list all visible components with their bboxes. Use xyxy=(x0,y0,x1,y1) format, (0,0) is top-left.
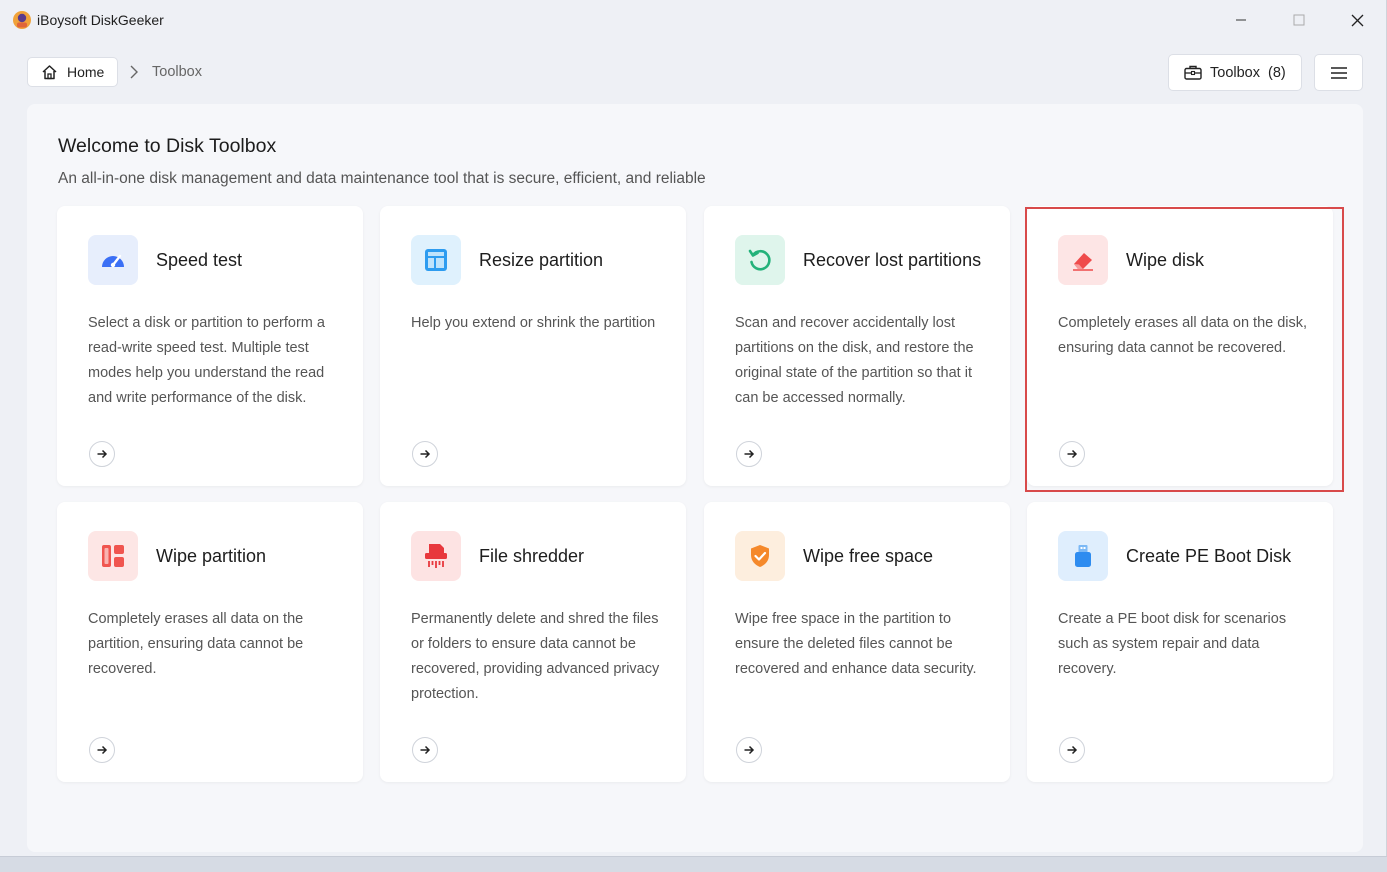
card-title: Wipe partition xyxy=(156,546,267,566)
home-button[interactable]: Home xyxy=(27,57,118,87)
usb-drive-icon xyxy=(1075,545,1091,567)
breadcrumb-current: Toolbox xyxy=(152,64,202,80)
open-wipe-free-space-button[interactable] xyxy=(736,737,762,763)
hamburger-menu-icon xyxy=(1330,66,1347,79)
arrow-right-icon xyxy=(420,745,431,755)
card-description: Wipe free space in the partition to ensu… xyxy=(735,611,977,677)
app-title: iBoysoft DiskGeeker xyxy=(37,12,164,28)
card-description: Permanently delete and shred the files o… xyxy=(411,611,660,702)
open-recover-lost-partitions-button[interactable] xyxy=(736,441,762,467)
open-file-shredder-button[interactable] xyxy=(412,737,438,763)
arrow-right-icon xyxy=(1067,745,1078,755)
shield-icon xyxy=(751,545,769,567)
card-icon-box xyxy=(1058,531,1108,581)
card-speed-test[interactable]: Speed test Select a disk or partition to… xyxy=(57,206,363,486)
eraser-icon xyxy=(1073,253,1093,271)
arrow-right-icon xyxy=(420,449,431,459)
home-label: Home xyxy=(67,64,105,80)
arrow-right-icon xyxy=(744,745,755,755)
app-logo-icon xyxy=(13,11,31,29)
arrow-right-icon xyxy=(97,449,108,459)
card-description: Create a PE boot disk for scenarios such… xyxy=(1058,611,1287,677)
shredder-icon xyxy=(425,544,447,568)
card-title: File shredder xyxy=(479,546,585,566)
card-resize-partition[interactable]: Resize partition Help you extend or shri… xyxy=(380,206,686,486)
open-wipe-partition-button[interactable] xyxy=(89,737,115,763)
page-subtitle: An all-in-one disk management and data m… xyxy=(58,170,706,187)
card-icon-box xyxy=(411,235,461,285)
card-title: Recover lost partitions xyxy=(803,250,982,270)
card-icon-box xyxy=(88,531,138,581)
card-file-shredder[interactable]: File shredder Permanently delete and shr… xyxy=(380,502,686,782)
menu-button[interactable] xyxy=(1314,54,1363,91)
open-resize-partition-button[interactable] xyxy=(412,441,438,467)
card-title: Resize partition xyxy=(479,250,604,270)
arrow-right-icon xyxy=(1067,449,1078,459)
home-icon xyxy=(42,65,57,80)
open-create-pe-boot-disk-button[interactable] xyxy=(1059,737,1085,763)
card-title: Wipe free space xyxy=(803,546,934,566)
card-description: Scan and recover accidentally lost parti… xyxy=(735,315,974,406)
toolbox-count: (8) xyxy=(1267,64,1286,81)
partition-icon xyxy=(102,545,124,567)
card-description: Help you extend or shrink the partition xyxy=(411,315,656,331)
card-title: Wipe disk xyxy=(1126,250,1205,270)
card-recover-lost-partitions[interactable]: Recover lost partitions Scan and recover… xyxy=(704,206,1010,486)
restore-icon xyxy=(748,249,771,271)
desktop-strip xyxy=(0,856,1387,872)
page-title: Welcome to Disk Toolbox xyxy=(58,135,277,157)
card-description: Completely erases all data on the partit… xyxy=(88,611,304,677)
card-icon-box xyxy=(411,531,461,581)
app-window: iBoysoft DiskGeeker Home Toolbox Toolbox… xyxy=(0,0,1387,856)
minimize-icon xyxy=(1236,19,1246,21)
card-title: Create PE Boot Disk xyxy=(1126,546,1292,566)
speedometer-icon xyxy=(102,254,124,268)
toolbox-label: Toolbox xyxy=(1210,64,1260,81)
card-create-pe-boot-disk[interactable]: Create PE Boot Disk Create a PE boot dis… xyxy=(1027,502,1333,782)
toolbox-button[interactable]: Toolbox (8) xyxy=(1168,54,1302,91)
toolbox-icon xyxy=(1184,65,1202,80)
card-wipe-disk[interactable]: Wipe disk Completely erases all data on … xyxy=(1027,206,1333,486)
card-description: Completely erases all data on the disk, … xyxy=(1058,315,1308,356)
maximize-button[interactable] xyxy=(1270,0,1328,40)
maximize-icon xyxy=(1293,14,1305,26)
open-wipe-disk-button[interactable] xyxy=(1059,441,1085,467)
card-icon-box xyxy=(88,235,138,285)
card-icon-box xyxy=(735,235,785,285)
arrow-right-icon xyxy=(744,449,755,459)
card-wipe-free-space[interactable]: Wipe free space Wipe free space in the p… xyxy=(704,502,1010,782)
minimize-button[interactable] xyxy=(1212,0,1270,40)
open-speed-test-button[interactable] xyxy=(89,441,115,467)
card-description: Select a disk or partition to perform a … xyxy=(88,315,325,406)
title-bar: iBoysoft DiskGeeker xyxy=(0,0,1386,40)
close-icon xyxy=(1351,14,1363,26)
close-button[interactable] xyxy=(1328,0,1386,40)
arrow-right-icon xyxy=(97,745,108,755)
chevron-right-icon xyxy=(130,65,138,79)
layout-icon xyxy=(425,249,447,271)
card-title: Speed test xyxy=(156,250,243,270)
card-icon-box xyxy=(1058,235,1108,285)
card-icon-box xyxy=(735,531,785,581)
card-wipe-partition[interactable]: Wipe partition Completely erases all dat… xyxy=(57,502,363,782)
